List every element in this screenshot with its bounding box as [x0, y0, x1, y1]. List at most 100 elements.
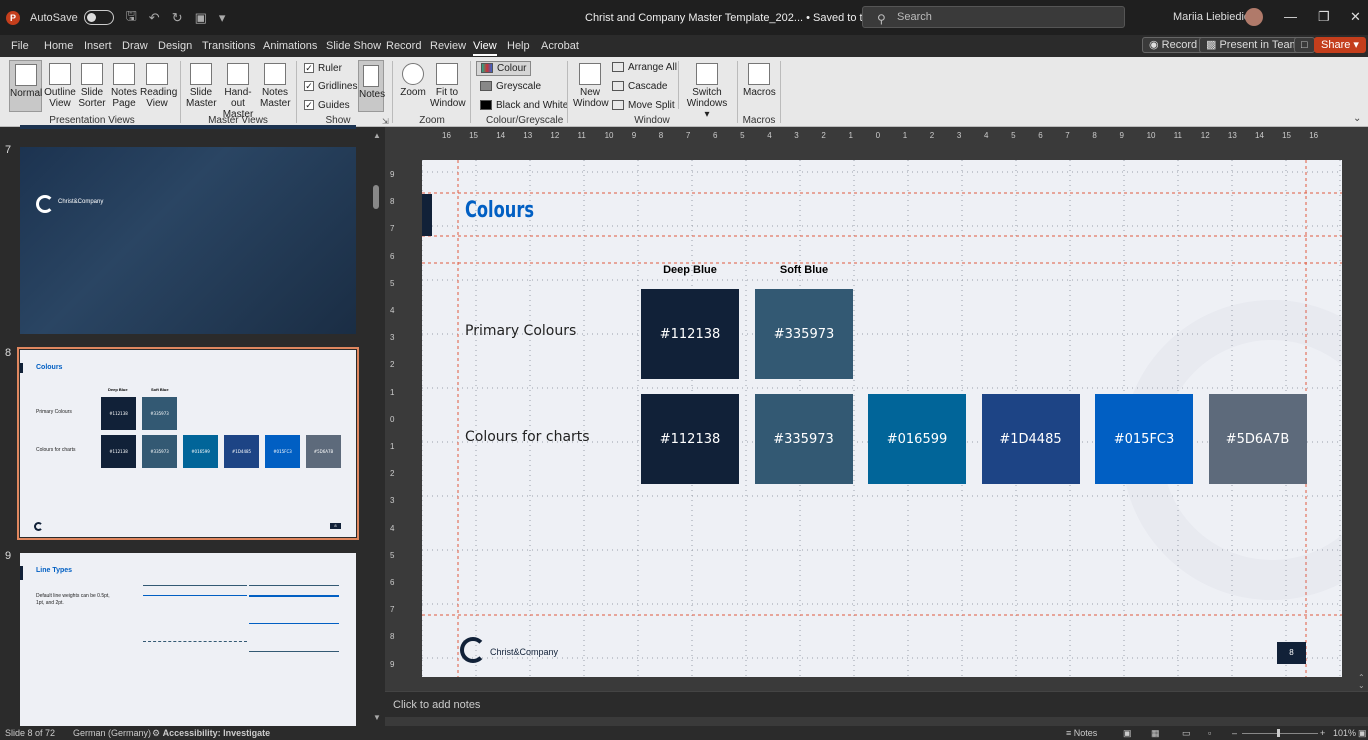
color-swatch[interactable]: #335973 [754, 394, 853, 484]
normal-view-icon[interactable]: ▣ [1123, 728, 1132, 739]
page-title[interactable]: Colours [465, 198, 534, 223]
dialog-launcher-icon[interactable]: ⇲ [382, 117, 389, 126]
reading-view-button[interactable]: Reading View [140, 63, 177, 109]
tab-record[interactable]: Record [386, 40, 421, 52]
color-swatch[interactable]: #015FC3 [265, 435, 300, 468]
color-swatch[interactable]: #335973 [142, 435, 177, 468]
color-swatch[interactable]: #5D6A7B [1208, 394, 1307, 484]
colour-button[interactable]: Colour [476, 61, 532, 76]
thumbnails-scrollbar[interactable]: ▲ ▼ [370, 127, 385, 726]
quick-access-more-icon[interactable]: ▾ [219, 10, 226, 26]
tab-insert[interactable]: Insert [84, 40, 112, 52]
handout-master-button[interactable]: Hand-out Master [218, 63, 258, 120]
tab-home[interactable]: Home [44, 40, 73, 52]
color-swatch[interactable]: #112138 [641, 394, 739, 484]
editor-scrollbar[interactable]: ⌃ ⌄ [1356, 135, 1368, 691]
fit-slide-icon[interactable]: ▣ [1358, 728, 1367, 739]
color-swatch[interactable]: #016599 [183, 435, 218, 468]
redo-icon[interactable]: ↻ [172, 10, 183, 26]
tab-draw[interactable]: Draw [122, 40, 148, 52]
scrollbar-thumb[interactable] [373, 185, 379, 209]
horizontal-ruler[interactable]: 16 15 14 13 12 11 10 9 8 7 6 5 4 3 2 1 0 1 2 3 4 5 6 7 8 9 10 11 12 1… [400, 131, 1345, 141]
autosave-toggle[interactable] [83, 10, 114, 25]
accessibility-status[interactable]: ⚙ Accessibility: Investigate [152, 728, 270, 739]
next-slide-icon[interactable]: ⌄ [1358, 681, 1365, 690]
slide-thumbnail-8[interactable]: Colours Deep Blue Soft Blue Primary Colo… [17, 347, 359, 540]
tab-file[interactable]: File [11, 40, 29, 52]
zoom-out-icon[interactable]: – [1232, 728, 1237, 738]
language[interactable]: German (Germany) [73, 728, 151, 738]
tab-acrobat[interactable]: Acrobat [541, 40, 579, 52]
tab-review[interactable]: Review [430, 40, 466, 52]
slide-sorter-icon[interactable]: ▦ [1151, 728, 1160, 739]
slideshow-icon[interactable]: ▫ [1208, 728, 1211, 738]
color-swatch[interactable]: #112138 [641, 289, 739, 379]
zoom-slider-thumb[interactable] [1277, 729, 1280, 737]
tab-design[interactable]: Design [158, 40, 192, 52]
scroll-up-icon[interactable]: ▲ [373, 131, 381, 140]
tab-view[interactable]: View [473, 40, 497, 56]
color-swatch[interactable]: #5D6A7B [306, 435, 341, 468]
slide-master-button[interactable]: Slide Master [186, 63, 217, 109]
page-number[interactable]: 8 [1277, 642, 1306, 664]
arrange-all-button[interactable]: Arrange All [612, 62, 677, 73]
tab-help[interactable]: Help [507, 40, 530, 52]
color-swatch[interactable]: #1D4485 [981, 394, 1080, 484]
color-swatch[interactable]: #112138 [101, 397, 136, 430]
scroll-down-icon[interactable]: ▼ [373, 713, 381, 722]
close-icon[interactable]: ✕ [1350, 9, 1361, 25]
notes-toggle-button[interactable]: Notes [358, 60, 385, 112]
guides-checkbox[interactable]: ✓ Guides [304, 100, 350, 111]
tab-slide-show[interactable]: Slide Show [326, 40, 381, 52]
greyscale-button[interactable]: Greyscale [480, 81, 541, 92]
notes-master-button[interactable]: Notes Master [260, 63, 291, 109]
black-and-white-button[interactable]: Black and White [480, 100, 568, 111]
zoom-button[interactable]: Zoom [398, 63, 428, 98]
color-swatch[interactable]: #015FC3 [1095, 394, 1193, 484]
normal-view-button[interactable]: Normal [9, 60, 42, 112]
zoom-level[interactable]: 101% [1333, 728, 1356, 738]
column-header-deep-blue[interactable]: Deep Blue [641, 264, 739, 276]
color-swatch[interactable]: #335973 [142, 397, 177, 430]
notes-status-button[interactable]: ≡ Notes [1066, 728, 1097, 738]
color-swatch[interactable]: #335973 [755, 289, 853, 379]
row-label-primary[interactable]: Primary Colours [465, 323, 576, 339]
slide-thumbnail-7[interactable]: Christ&Company [20, 147, 356, 334]
switch-windows-button[interactable]: Switch Windows ▾ [684, 63, 730, 120]
notes-page-button[interactable]: Notes Page [110, 63, 138, 109]
slide-canvas[interactable]: Colours Deep Blue Soft Blue Primary Colo… [422, 160, 1342, 677]
share-button[interactable]: Share ▾ [1314, 37, 1366, 53]
record-button[interactable]: ◉ Record [1142, 37, 1205, 53]
slide-counter[interactable]: Slide 8 of 72 [5, 728, 55, 738]
ruler-checkbox[interactable]: ✓ Ruler [304, 63, 342, 74]
restore-icon[interactable]: ❐ [1318, 9, 1330, 25]
document-title[interactable]: Christ and Company Master Template_202..… [585, 11, 907, 24]
move-split-button[interactable]: Move Split [612, 100, 675, 111]
undo-icon[interactable]: ↶ [149, 10, 160, 26]
color-swatch[interactable]: #112138 [101, 435, 136, 468]
tab-transitions[interactable]: Transitions [202, 40, 255, 52]
cascade-button[interactable]: Cascade [612, 81, 667, 92]
avatar[interactable] [1245, 8, 1263, 26]
column-header-soft-blue[interactable]: Soft Blue [755, 264, 853, 276]
reading-view-icon[interactable]: ▭ [1182, 728, 1191, 739]
gridlines-checkbox[interactable]: ✓ Gridlines [304, 81, 357, 92]
color-swatch[interactable]: #016599 [868, 394, 966, 484]
search-box[interactable]: ⚲ Search [862, 6, 1125, 28]
macros-button[interactable]: Macros [743, 63, 776, 98]
minimize-icon[interactable]: — [1284, 9, 1297, 24]
collapse-ribbon-icon[interactable]: ⌄ [1353, 113, 1361, 124]
outline-view-button[interactable]: Outline View [44, 63, 76, 109]
slide-thumbnail-6[interactable] [20, 125, 356, 129]
fit-to-window-button[interactable]: Fit to Window [430, 63, 466, 109]
footer-brand[interactable]: Christ&Company [490, 647, 558, 657]
slide-thumbnail-9[interactable]: Line Types Default line weights can be 0… [20, 553, 356, 726]
row-label-charts[interactable]: Colours for charts [465, 429, 590, 445]
notes-pane[interactable]: Click to add notes [385, 691, 1368, 717]
start-from-beginning-icon[interactable]: ▣ [195, 10, 207, 26]
slide-sorter-button[interactable]: Slide Sorter [78, 63, 106, 109]
vertical-ruler[interactable]: 9 8 7 6 5 4 3 2 1 0 1 2 3 4 5 6 7 8 9 [389, 160, 399, 680]
zoom-in-icon[interactable]: + [1320, 728, 1325, 738]
zoom-slider[interactable] [1242, 733, 1318, 734]
new-window-button[interactable]: New Window [573, 63, 609, 109]
